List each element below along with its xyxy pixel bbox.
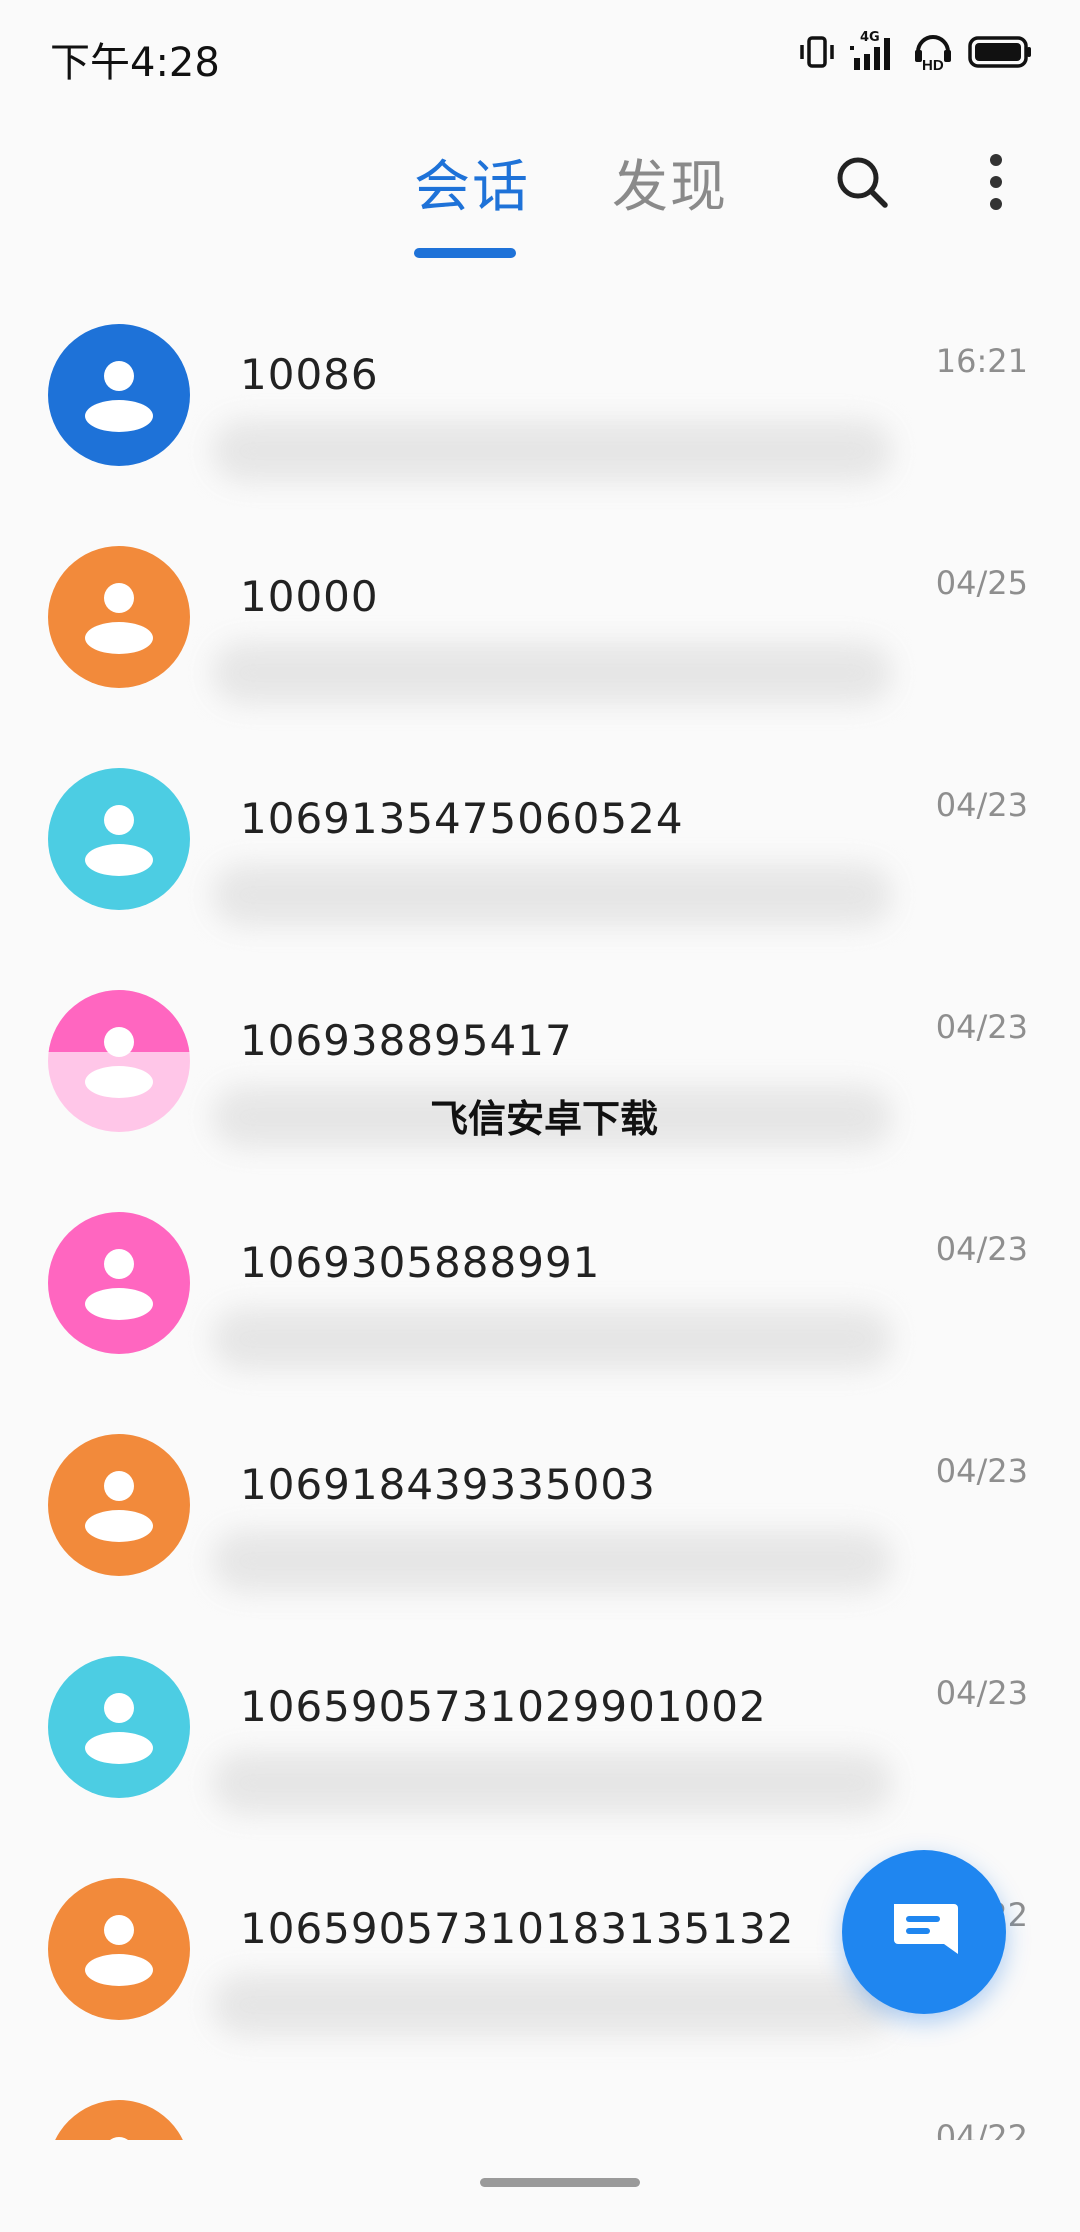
svg-text:HD: HD — [922, 57, 944, 72]
avatar — [48, 546, 190, 688]
conversation-item[interactable]: 1069135475060524 04/23 — [0, 744, 1080, 966]
search-button[interactable] — [822, 142, 902, 222]
home-indicator[interactable] — [480, 2178, 640, 2187]
contact-icon — [85, 805, 153, 876]
contact-icon — [85, 361, 153, 432]
vibrate-icon — [798, 33, 836, 71]
avatar — [48, 1878, 190, 2020]
conversation-item[interactable]: 106938895417 04/23 — [0, 966, 1080, 1188]
conversation-name: 106918439335003 — [240, 1460, 656, 1509]
conversation-name: 10000 — [240, 572, 379, 621]
conversation-time: 04/25 — [935, 564, 1028, 602]
contact-icon — [85, 1249, 153, 1320]
message-preview-blurred — [212, 420, 892, 482]
conversation-name: 1065905731029901002 — [240, 1682, 767, 1731]
watermark-text: 飞信安卓下载 — [430, 1097, 659, 1141]
compose-message-icon — [894, 1904, 958, 1954]
top-bar: 会话 发现 — [0, 130, 1080, 270]
conversation-item[interactable]: 10000 04/25 — [0, 522, 1080, 744]
conversation-item[interactable]: 10086 16:21 — [0, 300, 1080, 522]
conversation-name: 106938895417 — [240, 1016, 573, 1065]
conversation-time: 04/23 — [935, 786, 1028, 824]
conversation-item[interactable]: 1069305888991 04/23 — [0, 1188, 1080, 1410]
contact-icon — [85, 1693, 153, 1764]
status-icons: 4G HD — [798, 30, 1032, 72]
conversation-time: 04/23 — [935, 1452, 1028, 1490]
avatar — [48, 324, 190, 466]
tab-conversations[interactable]: 会话 — [414, 142, 530, 223]
conversation-item[interactable]: 04/22 — [0, 2076, 1080, 2140]
status-time: 下午4:28 — [50, 40, 220, 86]
conversation-time: 04/22 — [935, 2118, 1028, 2140]
message-preview-blurred — [212, 1308, 892, 1370]
conversation-name: 10086 — [240, 350, 379, 399]
avatar — [48, 1434, 190, 1576]
contact-icon — [85, 1471, 153, 1542]
contact-icon — [48, 990, 190, 1098]
status-bar: 下午4:28 4G HD — [0, 0, 1080, 110]
message-preview-blurred — [212, 1752, 892, 1814]
contact-icon — [110, 2137, 128, 2140]
message-preview-blurred — [212, 864, 892, 926]
message-preview-blurred — [212, 642, 892, 704]
avatar — [48, 990, 190, 1132]
contact-icon — [85, 1915, 153, 1986]
avatar — [48, 2100, 190, 2140]
conversation-name: 1069305888991 — [240, 1238, 601, 1287]
network-label: 4G — [860, 30, 880, 45]
search-icon — [837, 157, 888, 208]
more-vert-icon — [990, 154, 1002, 210]
battery-icon — [968, 34, 1032, 70]
messages-screen: 下午4:28 4G HD 会话 发现 10086 16:21 10000 04/… — [0, 0, 1080, 2232]
avatar — [48, 768, 190, 910]
more-options-button[interactable] — [956, 142, 1036, 222]
active-tab-indicator — [414, 248, 516, 258]
conversation-item[interactable]: 106918439335003 04/23 — [0, 1410, 1080, 1632]
conversation-name: 10659057310183135132 — [240, 1904, 795, 1953]
hd-voice-icon: HD — [912, 32, 954, 72]
message-preview-blurred — [212, 1530, 892, 1592]
tab-discover[interactable]: 发现 — [612, 142, 728, 223]
contact-icon — [85, 583, 153, 654]
avatar — [48, 1212, 190, 1354]
conversation-item[interactable]: 1065905731029901002 04/23 — [0, 1632, 1080, 1854]
conversation-time: 04/23 — [935, 1230, 1028, 1268]
avatar — [48, 1656, 190, 1798]
conversation-time: 04/23 — [935, 1008, 1028, 1046]
signal-4g-icon: 4G — [850, 30, 898, 72]
compose-message-button[interactable] — [842, 1850, 1006, 2014]
conversation-time: 16:21 — [935, 342, 1028, 380]
conversation-name: 1069135475060524 — [240, 794, 684, 843]
message-preview-blurred — [212, 1974, 892, 2036]
conversation-time: 04/23 — [935, 1674, 1028, 1712]
